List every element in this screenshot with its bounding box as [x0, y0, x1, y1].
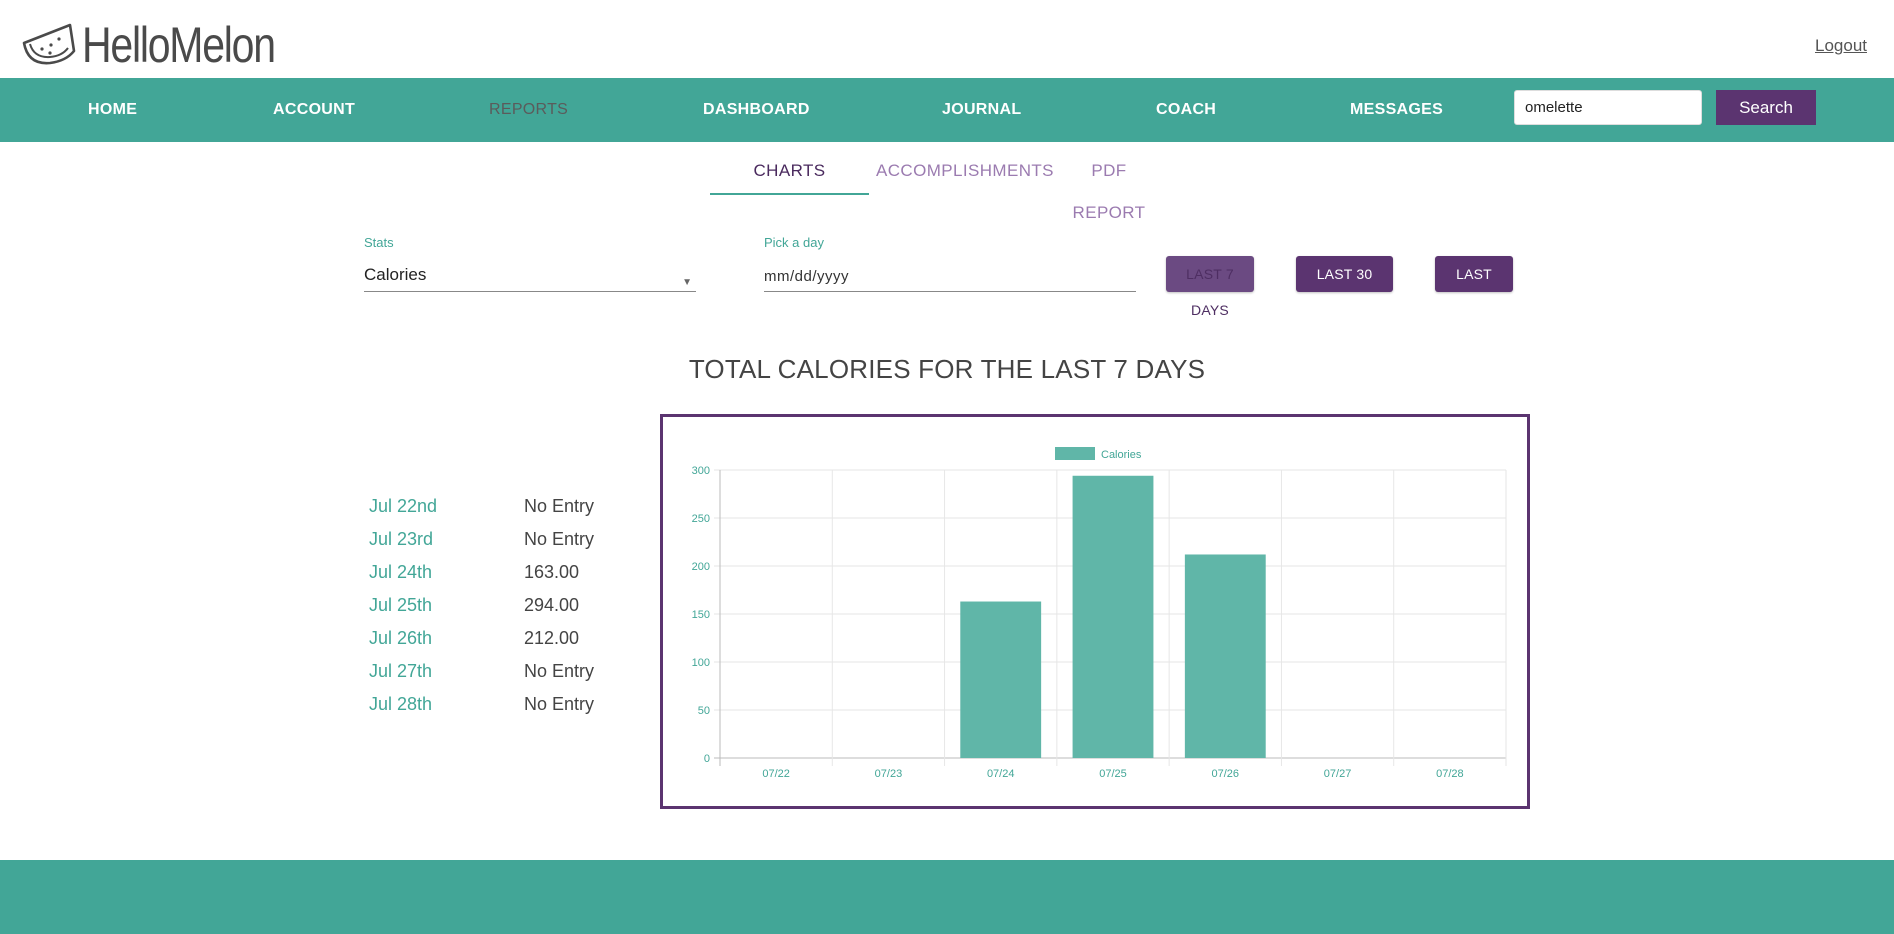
entry-date: Jul 28th: [369, 694, 433, 714]
brand-name: HelloMelon: [82, 17, 276, 73]
list-item: Jul 26th 212.00: [369, 628, 609, 656]
x-tick-label: 07/28: [1436, 768, 1464, 780]
last-7-days-button[interactable]: LAST 7 DAYS: [1166, 256, 1254, 318]
stats-label: Stats: [364, 235, 394, 250]
entry-date: Jul 25th: [369, 595, 433, 615]
x-tick-label: 07/25: [1099, 768, 1127, 780]
entry-value: No Entry: [524, 661, 595, 681]
tab-accomplishments[interactable]: ACCOMPLISHMENTS: [876, 150, 1054, 195]
nav-item-journal[interactable]: JOURNAL: [942, 78, 1021, 142]
y-tick-label: 250: [692, 513, 710, 525]
header: HelloMelon Logout: [0, 0, 1894, 78]
bar-chart-svg: 0 50 100 150 200 250 300 07/22 07/23 07/24 07/25 07…: [692, 447, 1507, 780]
stats-select[interactable]: Calories ▼: [364, 262, 696, 292]
nav-item-reports[interactable]: REPORTS: [489, 78, 568, 142]
y-tick-label: 100: [692, 657, 710, 669]
date-input[interactable]: mm/dd/yyyy: [764, 262, 1136, 292]
tab-charts[interactable]: CHARTS: [710, 150, 869, 195]
brand-logo[interactable]: HelloMelon: [20, 17, 317, 73]
nav-item-home[interactable]: HOME: [88, 78, 137, 142]
entry-value: No Entry: [524, 694, 595, 714]
list-item: Jul 22nd No Entry: [369, 496, 609, 524]
bar-07-26: [1184, 554, 1266, 758]
entry-date: Jul 24th: [369, 562, 433, 582]
last-30-days-button[interactable]: LAST 30 DAYS: [1296, 256, 1393, 318]
watermelon-slice-icon: [22, 23, 76, 65]
tab-pdf-report[interactable]: PDF REPORT: [1058, 150, 1160, 222]
main-nav: HOME ACCOUNT REPORTS DASHBOARD JOURNAL C…: [0, 78, 1894, 142]
calories-chart: 0 50 100 150 200 250 300 07/22 07/23 07/24 07/25 07…: [660, 414, 1530, 809]
x-tick-label: 07/23: [875, 768, 903, 780]
list-item: Jul 24th 163.00: [369, 562, 609, 590]
x-tick-label: 07/27: [1324, 768, 1352, 780]
nav-item-dashboard[interactable]: DASHBOARD: [703, 78, 810, 142]
stats-select-value: Calories: [364, 265, 427, 284]
y-tick-label: 50: [698, 705, 710, 717]
entry-value: 212.00: [524, 628, 580, 648]
logout-link[interactable]: Logout: [1815, 36, 1867, 56]
last-year-button[interactable]: LAST YEAR: [1435, 256, 1513, 318]
bar-07-24: [960, 601, 1042, 758]
legend-label: Calories: [1101, 449, 1142, 461]
entry-date: Jul 23rd: [369, 529, 434, 549]
x-tick-label: 07/26: [1212, 768, 1240, 780]
list-item: Jul 25th 294.00: [369, 595, 609, 623]
list-item: Jul 23rd No Entry: [369, 529, 609, 557]
chart-heading: TOTAL CALORIES FOR THE LAST 7 DAYS: [688, 354, 1206, 384]
search-input[interactable]: [1514, 90, 1702, 125]
y-tick-label: 0: [704, 753, 710, 765]
entry-value: No Entry: [524, 529, 595, 549]
nav-item-messages[interactable]: MESSAGES: [1350, 78, 1443, 142]
list-item: Jul 28th No Entry: [369, 694, 609, 722]
legend-swatch: [1055, 447, 1095, 460]
y-tick-label: 150: [692, 609, 710, 621]
entry-date: Jul 27th: [369, 661, 433, 681]
nav-item-coach[interactable]: COACH: [1156, 78, 1216, 142]
x-tick-label: 07/24: [987, 768, 1015, 780]
footer: [0, 860, 1894, 934]
caret-down-icon: ▼: [682, 277, 692, 288]
x-tick-label: 07/22: [762, 768, 790, 780]
search-button[interactable]: Search: [1716, 90, 1816, 125]
nav-item-account[interactable]: ACCOUNT: [273, 78, 355, 142]
pick-day-label: Pick a day: [764, 235, 824, 250]
entry-date: Jul 22nd: [369, 496, 438, 516]
y-tick-label: 200: [692, 561, 710, 573]
bar-07-25: [1072, 475, 1154, 758]
entry-value: No Entry: [524, 496, 595, 516]
list-item: Jul 27th No Entry: [369, 661, 609, 689]
y-tick-label: 300: [692, 465, 710, 477]
entry-date: Jul 26th: [369, 628, 433, 648]
entry-value: 294.00: [524, 595, 580, 615]
entry-value: 163.00: [524, 562, 580, 582]
